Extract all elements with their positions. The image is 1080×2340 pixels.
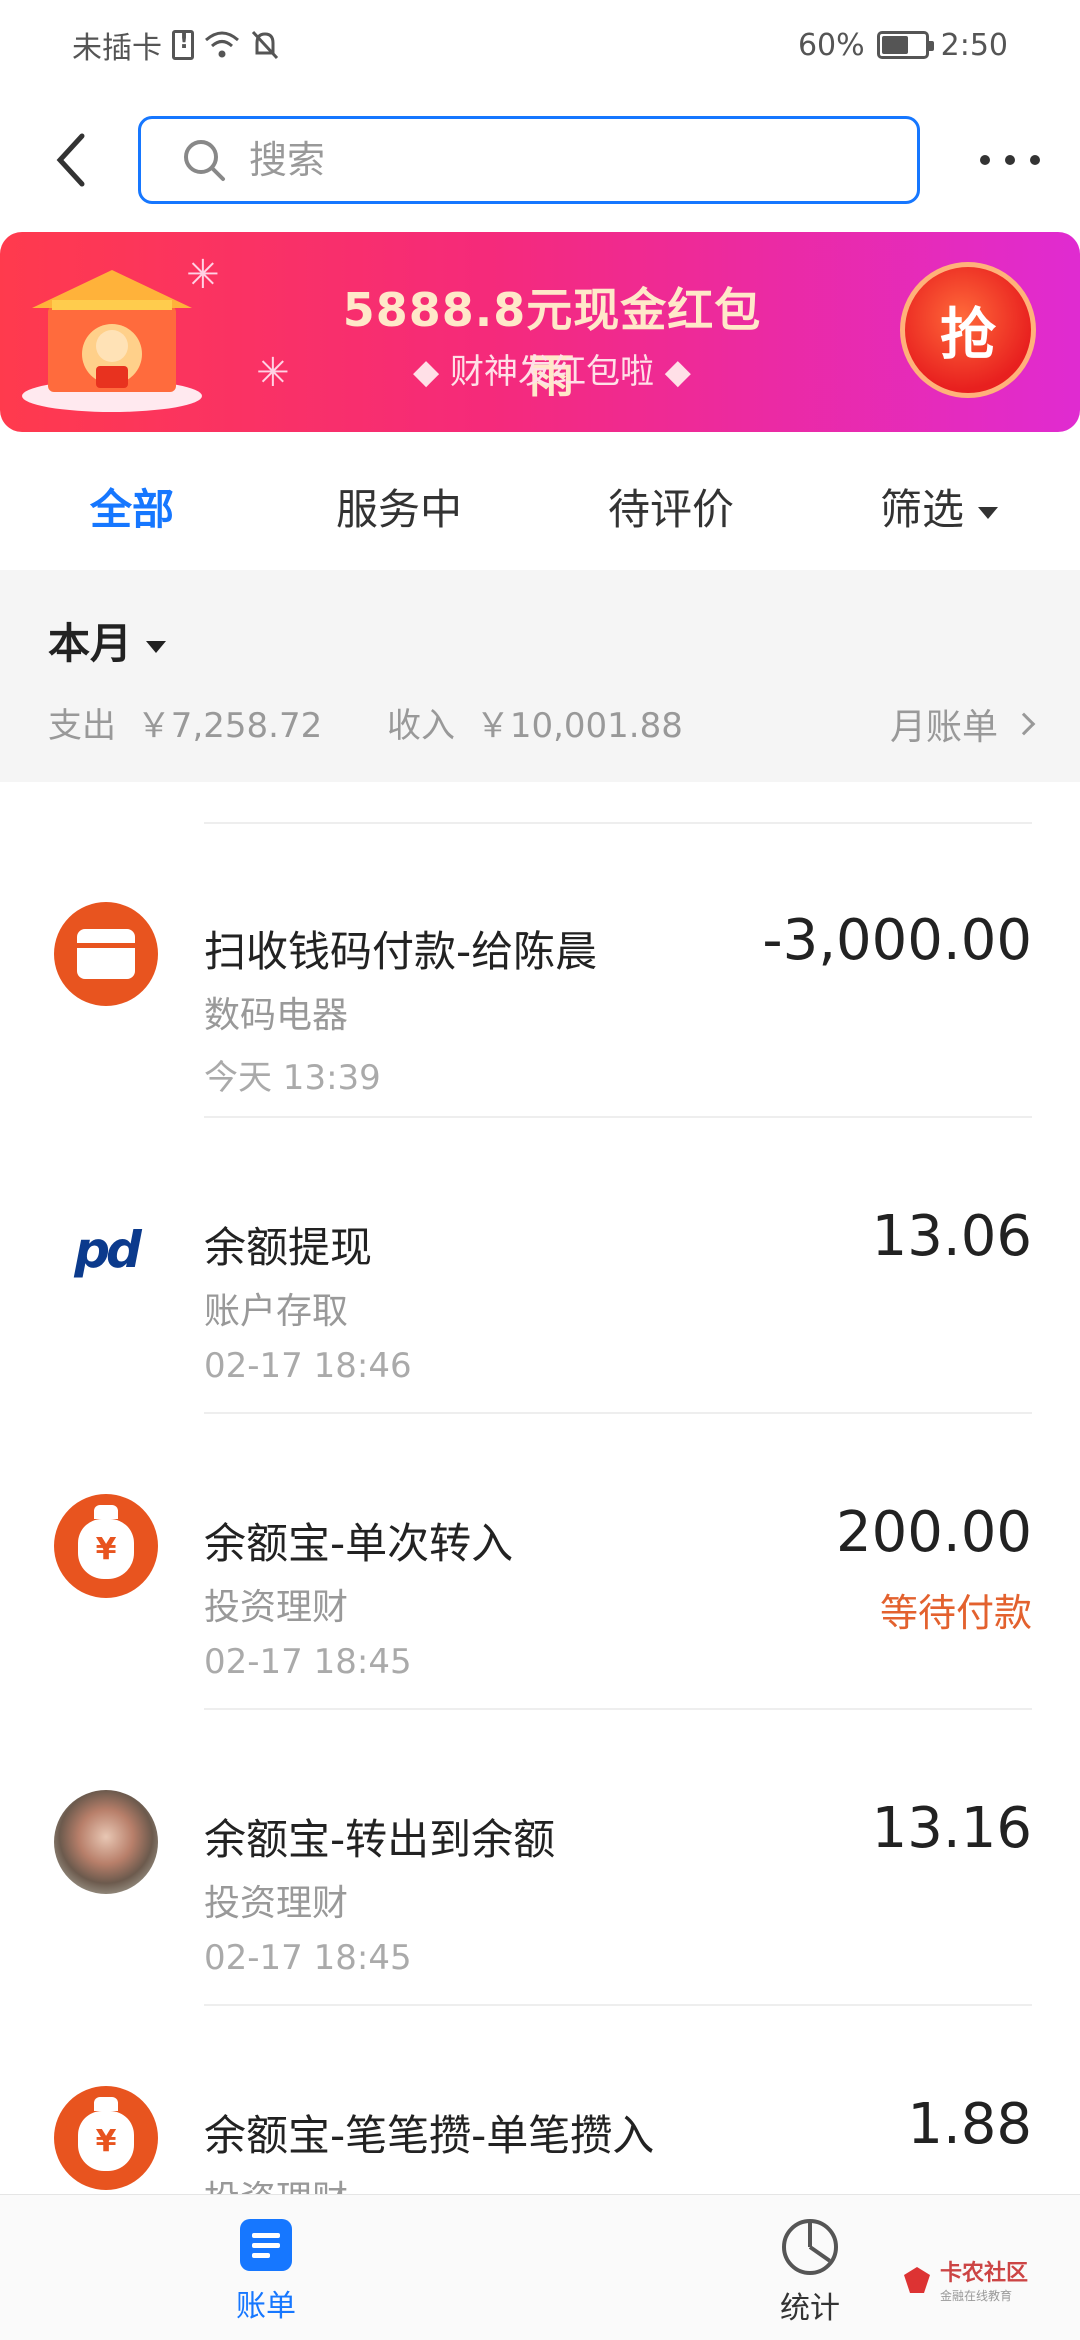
promo-banner[interactable]: ✳ ✳ 5888.8元现金红包雨 ◆ 财神发红包啦 ◆ 抢: [0, 232, 1080, 432]
pie-chart-icon: [782, 2219, 838, 2275]
filter-tabs: 全部 服务中 待评价 筛选: [0, 452, 1080, 570]
transaction-row[interactable]: ¥ 余额宝-单次转入 投资理财 02-17 18:45 200.00 等待付款: [0, 1414, 1080, 1710]
dot-icon: [1005, 155, 1015, 165]
transaction-category: 投资理财: [204, 1883, 349, 1924]
transaction-time: 02-17 18:46: [204, 1346, 412, 1386]
expense-amount: ￥7,258.72: [136, 706, 323, 746]
money-bag-icon: ¥: [54, 2086, 158, 2190]
transaction-row[interactable]: 余额宝-转出到余额 投资理财 02-17 18:45 13.16: [0, 1710, 1080, 2006]
income-amount: ￥10,001.88: [475, 706, 683, 746]
tab-all[interactable]: 全部: [90, 476, 174, 537]
battery-percent: 60%: [797, 27, 865, 63]
transaction-time: 02-17 18:45: [204, 1938, 412, 1978]
tab-to-review[interactable]: 待评价: [608, 476, 734, 537]
monthly-bill-link[interactable]: 月账单: [889, 698, 1036, 750]
transaction-amount: 1.88: [907, 2092, 1032, 2157]
monthly-bill-label: 月账单: [889, 707, 998, 748]
tab-in-service[interactable]: 服务中: [336, 476, 462, 537]
transaction-category: 投资理财: [204, 2170, 348, 2194]
transaction-time: 02-17 18:45: [204, 1642, 412, 1682]
transaction-status: 等待付款: [879, 1591, 1032, 1635]
forum-logo-icon: [904, 2266, 930, 2293]
dot-icon: [1030, 155, 1040, 165]
transaction-category: 数码电器: [204, 995, 349, 1036]
store-icon: [54, 902, 158, 1006]
caret-down-icon: [978, 506, 999, 519]
transaction-amount: 13.06: [871, 1204, 1032, 1269]
status-bar: 未插卡 60% 2:50: [0, 0, 1080, 90]
transaction-amount: 200.00: [836, 1500, 1032, 1565]
month-summary: 本月 支出 ￥7,258.72 收入 ￥10,001.88 月账单: [0, 570, 1080, 782]
clock: 2:50: [940, 27, 1008, 63]
transaction-row[interactable]: 扫收钱码付款-给陈晨 数码电器 今天 13:39 -3,000.00: [0, 822, 1080, 1118]
nav-bill[interactable]: 账单: [236, 2219, 296, 2325]
month-label: 本月: [48, 619, 133, 668]
grab-button[interactable]: 抢: [900, 262, 1036, 398]
nav-stats[interactable]: 统计: [780, 2219, 840, 2327]
watermark-tagline: 金融在线教育: [940, 2289, 1013, 2303]
transaction-title: 余额宝-单次转入: [204, 1519, 514, 1568]
transaction-list: 扫收钱码付款-给陈晨 数码电器 今天 13:39 -3,000.00 pd 余额…: [0, 782, 1080, 2194]
tab-filter-label: 筛选: [880, 485, 965, 534]
god-of-wealth-temple-illustration: [22, 270, 202, 412]
bottom-nav: 账单 统计 卡农社区 金融在线教育: [0, 2194, 1080, 2340]
banner-subtitle: ◆ 财神发红包啦 ◆: [413, 352, 691, 392]
watermark: 卡农社区 金融在线教育: [900, 2255, 1028, 2304]
bill-icon: [240, 2219, 292, 2271]
transaction-row[interactable]: ¥ 余额宝-笔笔攒-单笔攒入 投资理财 1.88: [0, 2006, 1080, 2194]
top-bar: [0, 110, 1080, 210]
nav-bill-label: 账单: [236, 2289, 296, 2324]
transaction-title: 余额宝-转出到余额: [204, 1815, 556, 1864]
user-avatar: [54, 1790, 158, 1894]
diamond-icon: ◆: [654, 352, 691, 392]
chevron-right-icon: [1012, 712, 1036, 736]
transaction-category: 投资理财: [204, 1587, 349, 1628]
transaction-amount: -3,000.00: [762, 908, 1032, 973]
tab-filter[interactable]: 筛选: [880, 476, 999, 537]
watermark-name: 卡农社区: [940, 2261, 1029, 2286]
totals: 支出 ￥7,258.72 收入 ￥10,001.88: [48, 698, 693, 747]
battery-icon: [876, 31, 934, 59]
money-bag-icon: ¥: [54, 1494, 158, 1598]
search-icon: [184, 140, 225, 181]
sim-alert-icon: [172, 29, 194, 60]
dot-icon: [980, 155, 990, 165]
transaction-category: 账户存取: [204, 1291, 349, 1332]
caret-down-icon: [146, 640, 167, 653]
nav-stats-label: 统计: [780, 2291, 840, 2326]
search-box[interactable]: [138, 116, 920, 204]
transaction-amount: 13.16: [871, 1796, 1032, 1861]
transaction-row[interactable]: pd 余额提现 账户存取 02-17 18:46 13.06: [0, 1118, 1080, 1414]
more-options-button[interactable]: [980, 140, 1040, 180]
battery-fill: [881, 36, 909, 54]
transaction-title: 扫收钱码付款-给陈晨: [204, 927, 598, 976]
sparkle-icon: ✳: [186, 252, 220, 298]
mute-bell-icon: [251, 30, 279, 60]
sparkle-icon: ✳: [256, 350, 290, 396]
transaction-time: 今天 13:39: [204, 1058, 381, 1098]
chevron-left-icon: [56, 133, 85, 187]
diamond-icon: ◆: [413, 352, 450, 392]
expense-label: 支出: [48, 706, 116, 746]
income-label: 收入: [387, 706, 456, 746]
transaction-title: 余额宝-笔笔攒-单笔攒入: [204, 2111, 655, 2160]
transaction-title: 余额提现: [204, 1223, 373, 1272]
back-button[interactable]: [40, 128, 104, 192]
wifi-icon: [205, 31, 239, 58]
month-selector[interactable]: 本月: [48, 610, 167, 671]
carrier-label: 未插卡: [72, 31, 162, 66]
bank-logo-icon: pd: [74, 1221, 142, 1279]
search-input[interactable]: [249, 138, 849, 182]
